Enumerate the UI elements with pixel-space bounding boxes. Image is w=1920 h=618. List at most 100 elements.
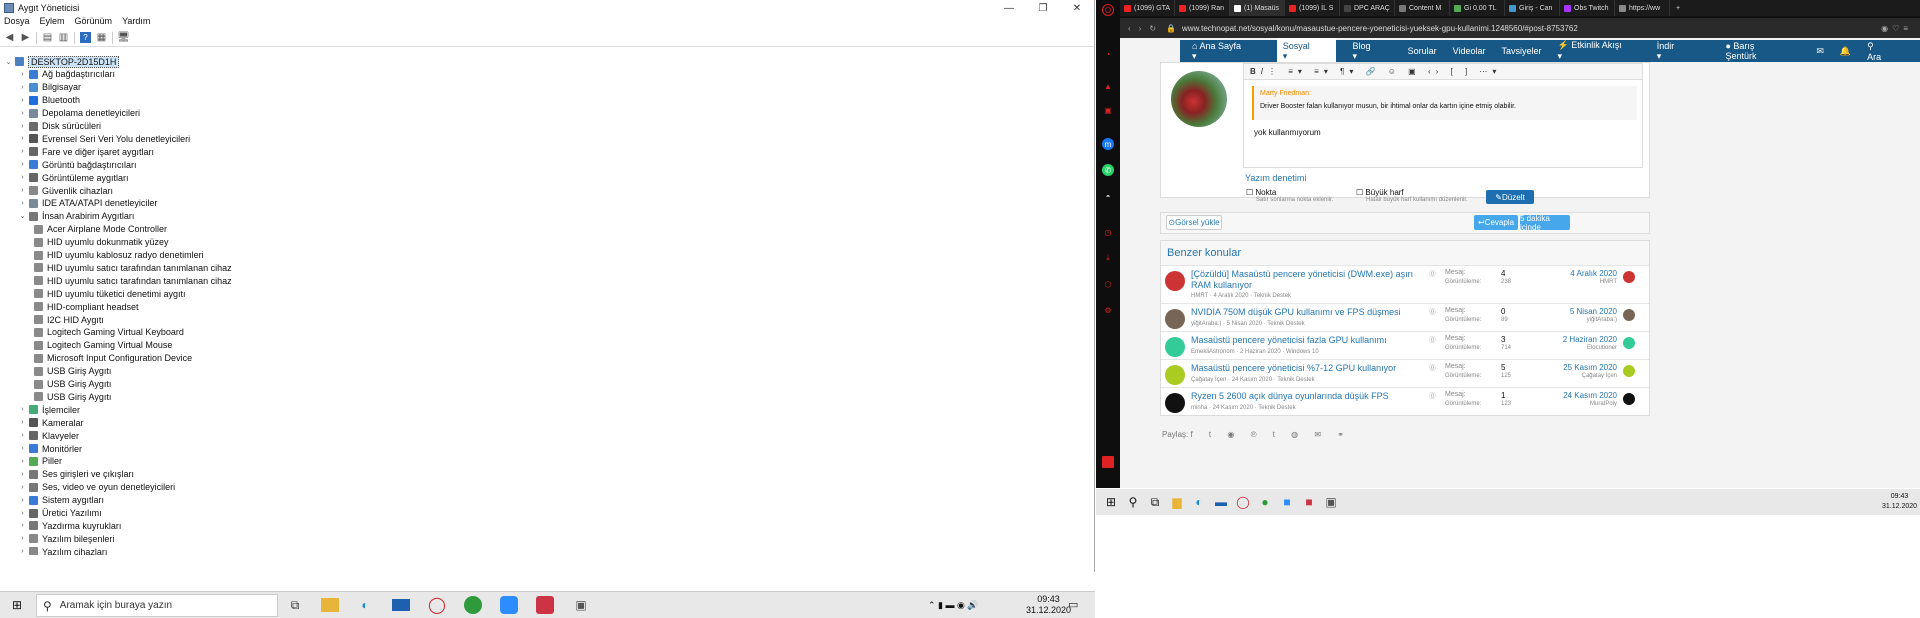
hid-device-item[interactable]: HID uyumlu satıcı tarafından tanımlanan …: [32, 261, 232, 274]
shop-icon[interactable]: ▲: [1102, 80, 1114, 92]
tree-item[interactable]: › Depolama denetleyicileri: [18, 107, 140, 120]
tree-item[interactable]: › IDE ATA/ATAPI denetleyiciler: [18, 197, 157, 210]
menu-eylem[interactable]: Eylem: [40, 16, 65, 29]
thread-row[interactable]: Masaüstü pencere yöneticisi %7-12 GPU ku…: [1161, 359, 1649, 387]
scan-hardware-icon[interactable]: 🖥: [117, 32, 130, 43]
fix-button[interactable]: ✎ Düzelt: [1486, 190, 1534, 204]
app-red-icon-2[interactable]: ■: [1300, 493, 1318, 511]
hid-device-item[interactable]: USB Giriş Aygıtı: [32, 365, 111, 378]
last-date[interactable]: 4 Aralık 2020: [1547, 269, 1617, 278]
menu-dosya[interactable]: Dosya: [4, 16, 30, 29]
extensions-icon[interactable]: ⬡: [1102, 278, 1114, 290]
expand-icon[interactable]: ›: [18, 419, 27, 426]
browser-tab[interactable]: Content M: [1395, 0, 1450, 16]
url-field[interactable]: www.technopat.net/sosyal/konu/masaustue-…: [1182, 24, 1578, 33]
browser-tab[interactable]: (1099) Ran: [1175, 0, 1230, 16]
tree-item[interactable]: › Bilgisayar: [18, 81, 81, 94]
tree-item[interactable]: › Görüntü bağdaştırıcıları: [18, 158, 136, 171]
settings-icon[interactable]: ⚙: [1102, 304, 1114, 316]
schedule-button[interactable]: 5 dakika içinde: [1520, 214, 1570, 232]
hid-device-item[interactable]: USB Giriş Aygıtı: [32, 378, 111, 391]
reply-text[interactable]: yok kullanmıyorum: [1254, 128, 1321, 137]
expand-icon[interactable]: ›: [18, 97, 27, 104]
expand-icon[interactable]: ›: [18, 406, 27, 413]
twitch-icon[interactable]: ▣: [1102, 104, 1114, 116]
minimize-button[interactable]: —: [992, 3, 1026, 14]
expand-icon[interactable]: ›: [18, 522, 27, 529]
zoom-icon-2[interactable]: ■: [1278, 493, 1296, 511]
thread-title[interactable]: [Çözüldü] Masaüstü pencere yöneticisi (D…: [1191, 269, 1421, 291]
expand-icon[interactable]: ›: [18, 535, 27, 542]
thread-title[interactable]: Masaüstü pencere yöneticisi %7-12 GPU ku…: [1191, 363, 1421, 374]
update-driver-icon[interactable]: ▦: [96, 32, 107, 43]
nav-search[interactable]: ⚲ Ara: [1867, 41, 1904, 62]
maximize-button[interactable]: ❐: [1026, 3, 1060, 14]
expand-icon[interactable]: ›: [18, 71, 27, 78]
expand-icon[interactable]: ›: [18, 135, 27, 142]
task-view-icon-2[interactable]: ⧉: [1146, 493, 1164, 511]
tree-item[interactable]: › Yazdırma kuyrukları: [18, 519, 121, 532]
speed-dial-icon[interactable]: ◔: [1102, 48, 1114, 60]
share-icons-icon[interactable]: f t ◉ ℗ t ◍ ✉ ⚭: [1190, 430, 1351, 439]
tree-item[interactable]: › Ağ bağdaştırıcıları: [18, 68, 115, 81]
tree-item[interactable]: › Ses girişleri ve çıkışları: [18, 468, 134, 481]
expand-icon[interactable]: ›: [18, 187, 27, 194]
last-user[interactable]: MuratPoly: [1547, 401, 1617, 407]
nav-sorular[interactable]: Sorular: [1408, 46, 1437, 56]
tree-item[interactable]: › Güvenlik cihazları: [18, 184, 113, 197]
last-date[interactable]: 25 Kasım 2020: [1547, 363, 1617, 372]
expand-icon[interactable]: ›: [18, 445, 27, 452]
thread-row[interactable]: NVIDIA 750M düşük GPU kullanımı ve FPS d…: [1161, 303, 1649, 331]
tree-item[interactable]: › Yazılım bileşenleri: [18, 532, 114, 545]
tree-item[interactable]: › Bluetooth: [18, 94, 80, 107]
properties-icon[interactable]: ▤: [42, 32, 53, 43]
collapse-icon[interactable]: ⌄: [4, 58, 13, 66]
expand-icon[interactable]: ›: [18, 497, 27, 504]
nav-etkinlik[interactable]: ⚡ Etkinlik Akışı ▾: [1558, 40, 1641, 62]
back-icon[interactable]: ◀: [4, 32, 15, 43]
expand-icon[interactable]: ⌄: [18, 212, 27, 220]
last-user[interactable]: yiğitAraba:): [1547, 317, 1617, 323]
expand-icon[interactable]: ›: [18, 123, 27, 130]
tree-item[interactable]: › Kameralar: [18, 416, 83, 429]
expand-icon[interactable]: ›: [18, 548, 27, 555]
browser-tab[interactable]: Gi 0,00 TL: [1450, 0, 1505, 16]
close-button[interactable]: ✕: [1060, 3, 1094, 14]
hid-device-item[interactable]: I2C HID Aygıtı: [32, 313, 104, 326]
mail-icon[interactable]: ✉: [1816, 46, 1824, 57]
show-hide-icon[interactable]: ▥: [58, 32, 69, 43]
hid-device-item[interactable]: HID uyumlu kablosuz radyo denetimleri: [32, 249, 204, 262]
app-green-icon-2[interactable]: ●: [1256, 493, 1274, 511]
expand-icon[interactable]: ›: [18, 471, 27, 478]
last-date[interactable]: 2 Haziran 2020: [1547, 335, 1617, 344]
search-input[interactable]: ⚲ Aramak için buraya yazın: [36, 594, 278, 617]
nav-sosyal[interactable]: Sosyal ▾: [1276, 38, 1337, 65]
forward-icon[interactable]: ▶: [20, 32, 31, 43]
tree-item[interactable]: › Disk sürücüleri: [18, 120, 101, 133]
tray-icons[interactable]: ⌃ ▮ ▬ ◉ 🔊: [928, 600, 979, 611]
browser-tab[interactable]: (1099) GTA: [1120, 0, 1175, 16]
tree-item[interactable]: › Yazılım cihazları: [18, 545, 107, 555]
reload-icon[interactable]: ↻: [1149, 24, 1156, 33]
expand-icon[interactable]: ›: [18, 484, 27, 491]
mail-icon[interactable]: [392, 599, 410, 611]
tree-item[interactable]: › Ses, video ve oyun denetleyicileri: [18, 481, 175, 494]
nav-videolar[interactable]: Videolar: [1453, 46, 1486, 56]
downloads-icon[interactable]: ⤓: [1102, 252, 1114, 264]
expand-icon[interactable]: ›: [18, 148, 27, 155]
nav-blog[interactable]: Blog ▾: [1352, 41, 1391, 62]
edge-icon[interactable]: ◐: [356, 596, 374, 614]
menu-yardim[interactable]: Yardım: [122, 16, 150, 29]
tree-item[interactable]: ⌄ İnsan Arabirim Aygıtları: [18, 210, 135, 223]
tree-item[interactable]: › Üretici Yazılımı: [18, 507, 101, 520]
new-tab-button[interactable]: +: [1676, 5, 1680, 12]
last-user[interactable]: Çağatay İçen: [1547, 373, 1617, 379]
thread-title[interactable]: Ryzen 5 2600 açık dünya oyunlarında düşü…: [1191, 391, 1421, 402]
tree-item[interactable]: › Fare ve diğer işaret aygıtları: [18, 145, 154, 158]
hid-device-item[interactable]: Logitech Gaming Virtual Keyboard: [32, 326, 184, 339]
mail-icon-2[interactable]: ▬: [1212, 493, 1230, 511]
hid-device-item[interactable]: HID uyumlu satıcı tarafından tanımlanan …: [32, 274, 232, 287]
browser-tab[interactable]: (1099) İL S: [1285, 0, 1340, 16]
messenger-icon[interactable]: m: [1102, 138, 1114, 150]
clock-2[interactable]: 09:43 31.12.2020: [1882, 492, 1917, 512]
